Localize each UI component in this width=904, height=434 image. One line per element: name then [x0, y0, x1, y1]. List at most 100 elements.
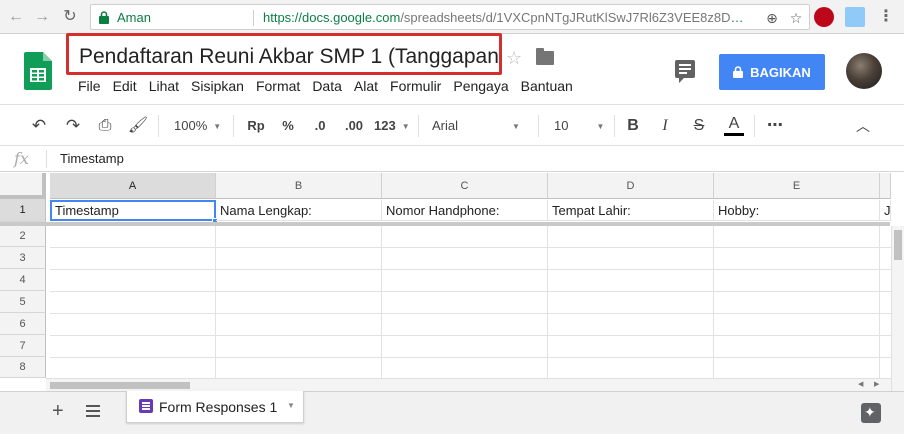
font-value: Arial: [432, 118, 459, 133]
vertical-scrollbar[interactable]: [891, 226, 904, 391]
more-options-icon[interactable]: ⋯: [766, 116, 784, 136]
row-header-6[interactable]: 6: [0, 313, 46, 335]
row-header-4[interactable]: 4: [0, 269, 46, 291]
address-bar[interactable]: Aman https://docs.google.com/spreadsheet…: [90, 4, 810, 30]
row-header-1[interactable]: 1: [0, 199, 46, 222]
cell-f1[interactable]: J: [880, 200, 891, 221]
menu-edit[interactable]: Edit: [113, 78, 137, 96]
font-select[interactable]: Arial ▼: [432, 116, 524, 136]
avatar[interactable]: [846, 53, 882, 89]
menu-form[interactable]: Formulir: [390, 78, 441, 96]
cell-a1[interactable]: Timestamp: [50, 200, 216, 221]
horizontal-scroll-thumb[interactable]: [50, 382, 190, 389]
url-text[interactable]: https://docs.google.com/spreadsheets/d/1…: [263, 10, 753, 25]
chevron-down-icon: ▼: [401, 121, 410, 131]
lock-icon: [99, 11, 109, 24]
toolbar-divider: [614, 115, 615, 137]
cell-e1[interactable]: Hobby:: [714, 200, 880, 221]
scroll-right-icon[interactable]: ▶: [874, 380, 879, 388]
menu-file[interactable]: File: [78, 78, 101, 96]
back-icon[interactable]: ←: [6, 7, 26, 27]
column-header-c[interactable]: C: [382, 173, 548, 199]
omnibox-divider: [253, 10, 254, 26]
paint-format-icon[interactable]: 🖌: [127, 116, 149, 136]
reload-icon[interactable]: ↻: [60, 7, 80, 27]
form-icon: [139, 399, 153, 413]
comments-icon[interactable]: [675, 60, 695, 83]
percent-format-button[interactable]: %: [278, 116, 298, 136]
row-header-5[interactable]: 5: [0, 291, 46, 313]
formula-bar: fx Timestamp: [0, 146, 904, 172]
more-formats-label: 123: [374, 118, 396, 133]
menu-addons[interactable]: Pengaya: [453, 78, 508, 96]
decrease-decimal-button[interactable]: .0: [308, 116, 332, 136]
row-header-8[interactable]: 8: [0, 357, 46, 378]
cell-b1[interactable]: Nama Lengkap:: [216, 200, 382, 221]
undo-icon[interactable]: ↶: [28, 116, 50, 136]
strikethrough-button[interactable]: S: [690, 116, 708, 136]
row-header-3[interactable]: 3: [0, 247, 46, 269]
row-header-7[interactable]: 7: [0, 335, 46, 357]
browser-toolbar: ← → ↻ Aman https://docs.google.com/sprea…: [0, 0, 904, 34]
add-sheet-icon[interactable]: +: [52, 400, 64, 423]
zoom-icon[interactable]: ⊕: [763, 9, 781, 27]
menu-help[interactable]: Bantuan: [521, 78, 573, 96]
cell-d1[interactable]: Tempat Lahir:: [548, 200, 714, 221]
chevron-down-icon: ▼: [213, 121, 222, 131]
explore-icon[interactable]: [861, 403, 881, 423]
share-label: BAGIKAN: [750, 64, 811, 80]
formatting-toolbar: ↶ ↷ ⎙ 🖌 100% ▼ Rp % .0 .00 123 ▼ Arial ▼ 10…: [0, 104, 904, 146]
document-title[interactable]: Pendaftaran Reuni Akbar SMP 1 (Tanggapan…: [66, 33, 502, 75]
url-path: /spreadsheets/d/1VXCpnNTgJRutKlSwJ7Rl6Z3…: [400, 10, 753, 25]
vertical-scroll-thumb[interactable]: [894, 230, 902, 260]
cell-c1[interactable]: Nomor Handphone:: [382, 200, 548, 221]
folder-icon[interactable]: [536, 48, 554, 65]
toolbar-divider: [233, 115, 234, 137]
menu-icon[interactable]: ⋮: [876, 7, 896, 27]
column-header-e[interactable]: E: [714, 173, 880, 199]
column-header-a[interactable]: A: [50, 173, 216, 199]
star-document-icon[interactable]: ☆: [506, 48, 522, 69]
toolbar-divider: [158, 115, 159, 137]
sheet-tab-form-responses[interactable]: Form Responses 1 ▼: [126, 391, 304, 423]
menu-insert[interactable]: Sisipkan: [191, 78, 244, 96]
formula-input[interactable]: Timestamp: [60, 151, 124, 166]
chevron-down-icon[interactable]: ▼: [287, 401, 295, 410]
pinterest-icon[interactable]: [814, 7, 834, 27]
empty-cells[interactable]: [50, 226, 891, 378]
column-header-b[interactable]: B: [216, 173, 382, 199]
menu-format[interactable]: Format: [256, 78, 300, 96]
sheets-logo-icon[interactable]: [24, 52, 52, 90]
italic-button[interactable]: I: [656, 116, 674, 136]
column-header-d[interactable]: D: [548, 173, 714, 199]
more-formats-select[interactable]: 123 ▼: [374, 116, 414, 136]
extension-icon[interactable]: [845, 7, 865, 27]
row-header-2[interactable]: 2: [0, 226, 46, 247]
collapse-toolbar-icon[interactable]: ︿: [854, 116, 872, 136]
increase-decimal-button[interactable]: .00: [340, 116, 368, 136]
all-sheets-icon[interactable]: [86, 405, 100, 417]
star-icon[interactable]: ☆: [787, 9, 805, 27]
menu-view[interactable]: Lihat: [149, 78, 179, 96]
bold-button[interactable]: B: [624, 116, 642, 136]
scroll-left-icon[interactable]: ◀: [858, 380, 863, 388]
menu-bar: File Edit Lihat Sisipkan Format Data Ala…: [66, 78, 573, 96]
toolbar-divider: [754, 115, 755, 137]
select-all-corner[interactable]: [0, 173, 46, 199]
redo-icon[interactable]: ↷: [62, 116, 84, 136]
font-size-select[interactable]: 10 ▼: [554, 116, 606, 136]
zoom-select[interactable]: 100% ▼: [174, 116, 226, 136]
share-button[interactable]: BAGIKAN: [719, 54, 825, 90]
column-header-f[interactable]: [880, 173, 891, 199]
horizontal-scrollbar[interactable]: ◀ ▶: [46, 378, 891, 391]
url-host: https://docs.google.com: [263, 10, 401, 25]
menu-tools[interactable]: Alat: [354, 78, 378, 96]
formula-divider: [46, 150, 47, 168]
currency-format-button[interactable]: Rp: [244, 116, 268, 136]
text-color-button[interactable]: A: [724, 116, 744, 136]
sheet-tab-bar: + Form Responses 1 ▼: [0, 391, 904, 434]
chevron-down-icon: ▼: [596, 121, 605, 131]
forward-icon[interactable]: →: [32, 7, 52, 27]
menu-data[interactable]: Data: [312, 78, 342, 96]
print-icon[interactable]: ⎙: [94, 116, 116, 136]
